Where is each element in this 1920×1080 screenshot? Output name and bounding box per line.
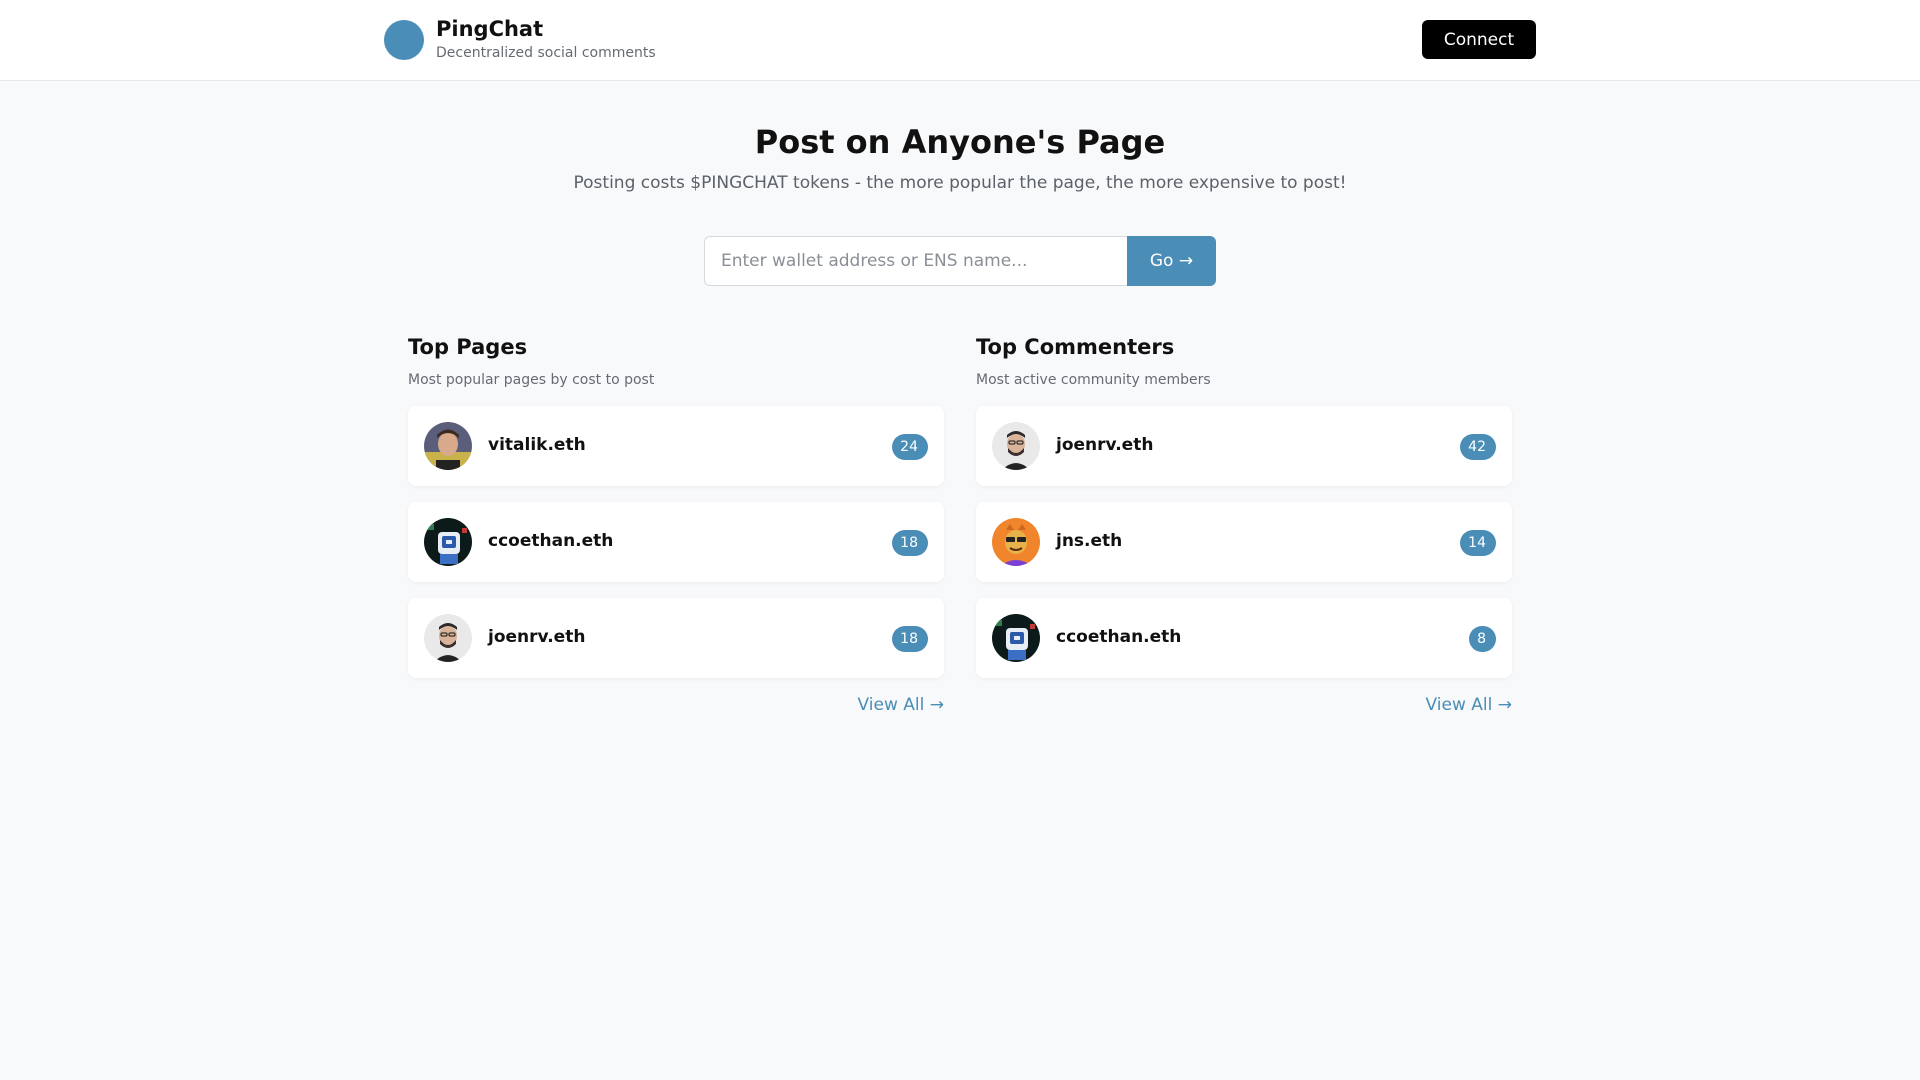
top-commenters-title: Top Commenters — [976, 335, 1175, 359]
top-commenter-card-ccoethan[interactable]: ccoethan.eth 8 — [976, 598, 1512, 678]
cost-badge: 18 — [892, 626, 928, 652]
badge-count: 18 — [900, 631, 918, 647]
ccoethan-avatar — [424, 518, 472, 566]
comment-count-badge: 42 — [1460, 434, 1496, 460]
page-name: vitalik.eth — [488, 435, 586, 455]
top-commenter-card-jns[interactable]: jns.eth 14 — [976, 502, 1512, 582]
top-commenters-view-all-link[interactable]: View All → — [1426, 695, 1512, 715]
brand-tagline: Decentralized social comments — [436, 45, 656, 61]
page-subtitle: Posting costs $PINGCHAT tokens - the mor… — [573, 173, 1347, 193]
top-pages-subtitle: Most popular pages by cost to post — [408, 372, 655, 388]
joenrv-avatar — [992, 422, 1040, 470]
page-name: joenrv.eth — [488, 627, 586, 647]
badge-count: 14 — [1468, 535, 1486, 551]
cost-badge: 24 — [892, 434, 928, 460]
badge-count: 18 — [900, 535, 918, 551]
vitalik-avatar — [424, 422, 472, 470]
commenter-name: joenrv.eth — [1056, 435, 1154, 455]
page-title: Post on Anyone's Page — [754, 123, 1166, 161]
comment-count-badge: 8 — [1469, 626, 1496, 652]
commenter-name: jns.eth — [1056, 531, 1123, 551]
commenter-name: ccoethan.eth — [1056, 627, 1182, 647]
badge-count: 42 — [1468, 439, 1486, 455]
ccoethan-avatar — [992, 614, 1040, 662]
cost-badge: 18 — [892, 530, 928, 556]
wallet-search-input[interactable] — [704, 236, 1128, 286]
go-button[interactable]: Go → — [1127, 236, 1216, 286]
top-navbar: PingChat Decentralized social comments C… — [0, 0, 1920, 81]
page-name: ccoethan.eth — [488, 531, 614, 551]
pingchat-logo-icon[interactable] — [384, 20, 424, 60]
theme-toggle-icon[interactable] — [1392, 28, 1412, 52]
top-page-card-ccoethan[interactable]: ccoethan.eth 18 — [408, 502, 944, 582]
badge-count: 8 — [1477, 631, 1486, 647]
badge-count: 24 — [900, 439, 918, 455]
top-pages-view-all-link[interactable]: View All → — [858, 695, 944, 715]
comment-count-badge: 14 — [1460, 530, 1496, 556]
joenrv-avatar — [424, 614, 472, 662]
top-pages-title: Top Pages — [408, 335, 528, 359]
connect-button[interactable]: Connect — [1422, 20, 1536, 59]
top-commenters-subtitle: Most active community members — [976, 372, 1211, 388]
top-page-card-joenrv[interactable]: joenrv.eth 18 — [408, 598, 944, 678]
brand-name[interactable]: PingChat — [436, 17, 543, 41]
jns-avatar — [992, 518, 1040, 566]
top-commenter-card-joenrv[interactable]: joenrv.eth 42 — [976, 406, 1512, 486]
top-page-card-vitalik[interactable]: vitalik.eth 24 — [408, 406, 944, 486]
